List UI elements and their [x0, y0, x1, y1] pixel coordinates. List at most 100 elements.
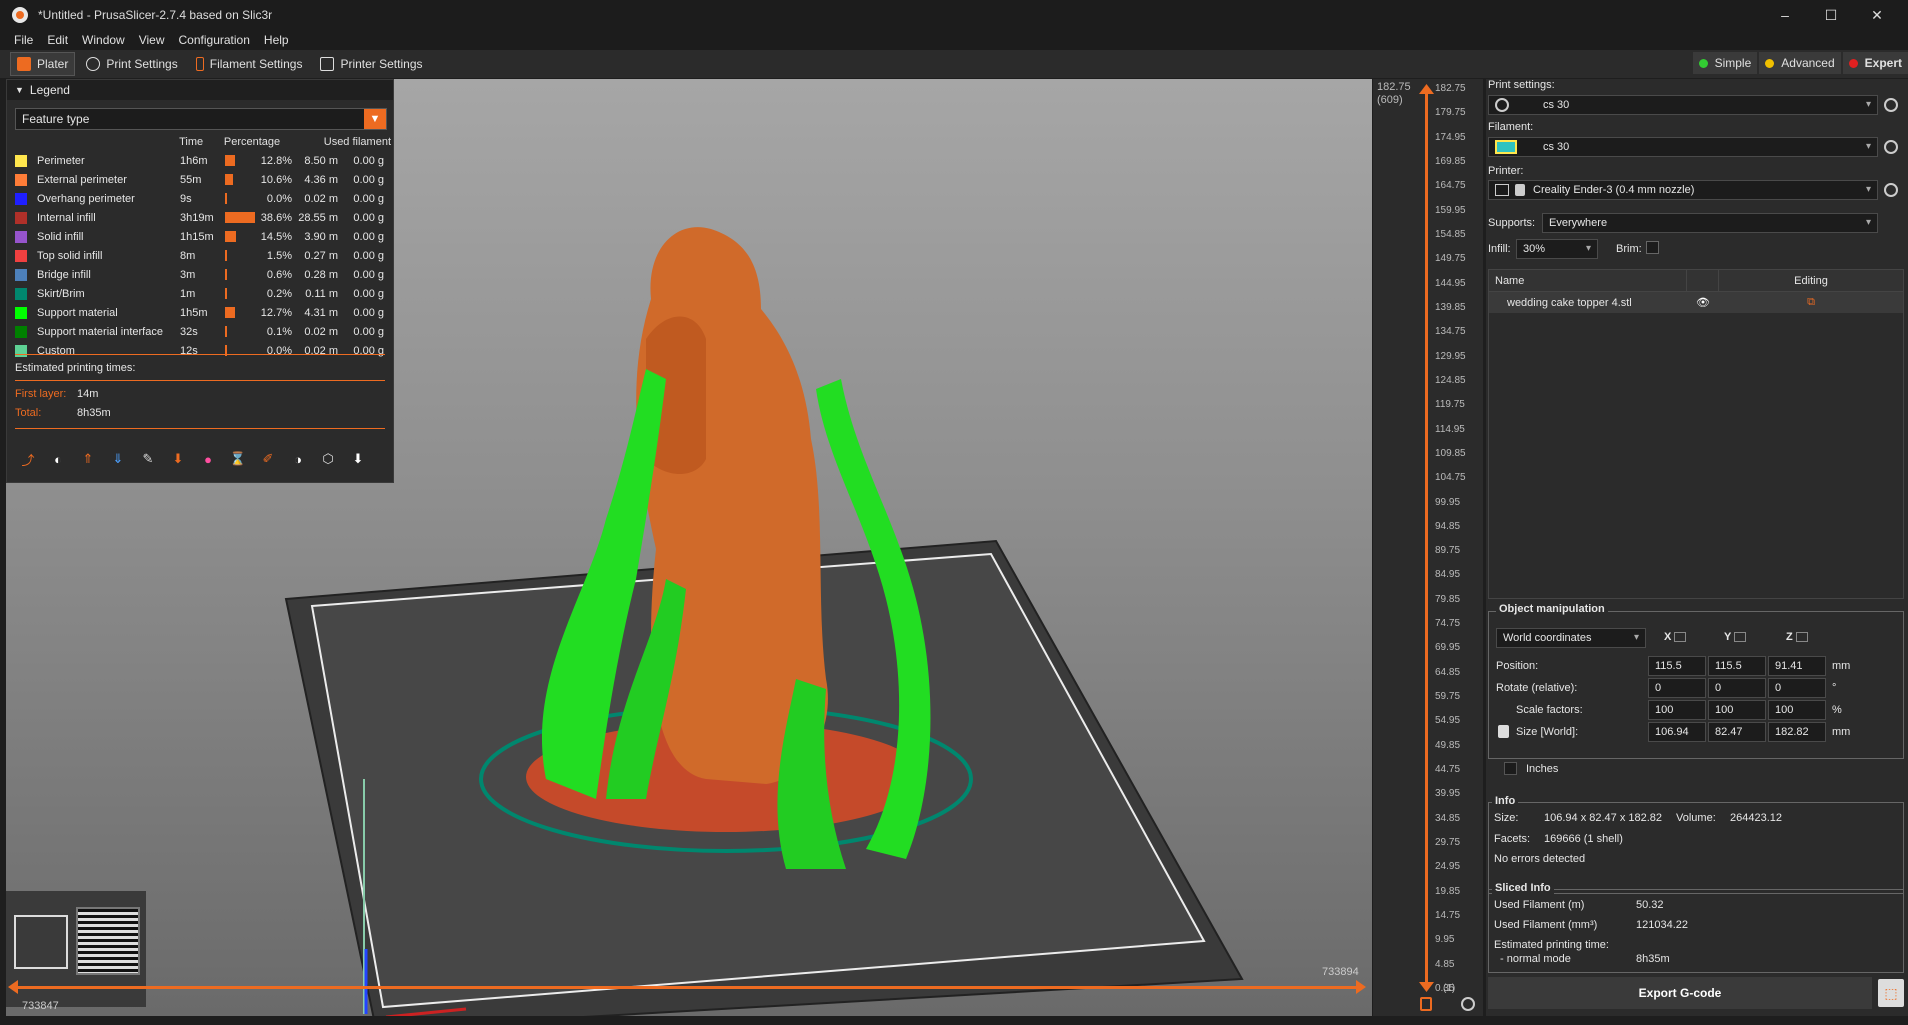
layers-view-icon[interactable]: [76, 907, 140, 975]
shells-icon[interactable]: ⬡: [317, 448, 339, 470]
legend-item-length: 4.31 m: [304, 306, 338, 319]
manipulation-field-x[interactable]: 100: [1648, 700, 1706, 720]
center-of-gravity-icon[interactable]: ◑: [287, 448, 309, 470]
deretractions-icon[interactable]: ⇓: [107, 448, 129, 470]
manipulation-field-y[interactable]: 82.47: [1708, 722, 1766, 742]
maximize-button[interactable]: ☐: [1808, 0, 1854, 30]
infill-combo[interactable]: 30% ▾: [1516, 239, 1598, 259]
ruler-tick: 74.75: [1435, 618, 1461, 630]
legend-row[interactable]: Support material 1h5m 12.7% 4.31 m 0.00 g: [15, 303, 391, 322]
info-errors: No errors detected: [1494, 853, 1586, 865]
object-row[interactable]: wedding cake topper 4.stl 👁 ⧉: [1489, 292, 1903, 313]
mode-expert[interactable]: Expert: [1842, 52, 1908, 74]
pause-prints-icon[interactable]: ⌛: [227, 448, 249, 470]
legend-view-type-select[interactable]: Feature type ▼: [15, 108, 387, 130]
printer-combo[interactable]: Creality Ender-3 (0.4 mm nozzle) ▾: [1488, 180, 1878, 200]
legend-item-length: 0.27 m: [304, 249, 338, 262]
ruler-tick: 119.75: [1435, 399, 1465, 411]
legend-row[interactable]: Top solid infill 8m 1.5% 0.27 m 0.00 g: [15, 246, 391, 265]
legend-item-length: 28.55 m: [298, 211, 338, 224]
slider-settings-gear-icon[interactable]: [1461, 997, 1475, 1011]
legend-table: Time Percentage Used filament Perimeter 1…: [15, 132, 391, 360]
manipulation-field-z[interactable]: 182.82: [1768, 722, 1826, 742]
brim-checkbox[interactable]: [1646, 241, 1659, 254]
coordinates-combo[interactable]: World coordinates ▾: [1496, 628, 1646, 648]
minimize-button[interactable]: –: [1762, 0, 1808, 30]
manipulation-field-z[interactable]: 0: [1768, 678, 1826, 698]
menu-help[interactable]: Help: [264, 33, 289, 47]
scale-lock-icon[interactable]: [1498, 725, 1509, 738]
menu-window[interactable]: Window: [82, 33, 125, 47]
close-button[interactable]: ✕: [1854, 0, 1900, 30]
manipulation-field-z[interactable]: 91.41: [1768, 656, 1826, 676]
legend-row[interactable]: Bridge infill 3m 0.6% 0.28 m 0.00 g: [15, 265, 391, 284]
tab-plater[interactable]: Plater: [10, 52, 76, 76]
cog-lock-icon[interactable]: [1420, 997, 1432, 1011]
mode-advanced[interactable]: Advanced: [1759, 52, 1841, 74]
print-settings-combo[interactable]: cs 30 ▾: [1488, 95, 1878, 115]
axis-z-icon[interactable]: [1795, 632, 1808, 643]
legend-row[interactable]: Overhang perimeter 9s 0.0% 0.02 m 0.00 g: [15, 189, 391, 208]
legend-row[interactable]: External perimeter 55m 10.6% 4.36 m 0.00 g: [15, 170, 391, 189]
legend-item-bar: [225, 250, 260, 261]
manipulation-field-y[interactable]: 0: [1708, 678, 1766, 698]
legend-row[interactable]: Perimeter 1h6m 12.8% 8.50 m 0.00 g: [15, 151, 391, 170]
printer-edit-gear-icon[interactable]: [1884, 183, 1898, 197]
manipulation-field-x[interactable]: 0: [1648, 678, 1706, 698]
retractions-icon[interactable]: ⇑: [77, 448, 99, 470]
drop-to-bed-icon[interactable]: [1674, 632, 1687, 643]
ruler-tick: 109.85: [1435, 447, 1466, 459]
legend-item-name: Skirt/Brim: [37, 287, 85, 300]
tab-printer-settings[interactable]: Printer Settings: [313, 52, 429, 76]
3d-cube-icon[interactable]: [14, 915, 68, 969]
export-gcode-button[interactable]: Export G-code: [1488, 977, 1872, 1009]
menu-edit[interactable]: Edit: [47, 33, 68, 47]
manipulation-field-x[interactable]: 115.5: [1648, 656, 1706, 676]
ruler-tick: 4.85: [1435, 958, 1455, 970]
legend-header[interactable]: ▼ Legend: [7, 80, 393, 100]
menu-file[interactable]: File: [14, 33, 33, 47]
menu-configuration[interactable]: Configuration: [179, 33, 250, 47]
filament-edit-gear-icon[interactable]: [1884, 140, 1898, 154]
menu-view[interactable]: View: [139, 33, 165, 47]
ruler-tick: 54.95: [1435, 715, 1461, 727]
filament-combo[interactable]: cs 30 ▾: [1488, 137, 1878, 157]
chevron-down-icon: ▾: [1633, 632, 1639, 643]
legend-item-name: Bridge infill: [37, 268, 91, 281]
eye-icon[interactable]: 👁: [1687, 296, 1719, 309]
edit-icon[interactable]: ⧉: [1719, 296, 1903, 309]
mode-simple[interactable]: Simple: [1692, 52, 1758, 74]
legend-row[interactable]: Solid infill 1h15m 14.5% 3.90 m 0.00 g: [15, 227, 391, 246]
manipulation-field-z[interactable]: 100: [1768, 700, 1826, 720]
axis-y-icon[interactable]: [1734, 632, 1747, 643]
window-title: *Untitled - PrusaSlicer-2.7.4 based on S…: [38, 8, 273, 22]
wipe-icon[interactable]: ◐: [47, 448, 69, 470]
vertical-slider-track[interactable]: [1425, 88, 1428, 988]
legend-item-name: Top solid infill: [37, 249, 103, 262]
tab-print-settings[interactable]: Print Settings: [79, 52, 184, 76]
inches-checkbox[interactable]: [1504, 762, 1517, 775]
travel-icon[interactable]: ⤴: [17, 448, 39, 470]
legend-row[interactable]: Custom 12s 0.0% 0.02 m 0.00 g: [15, 341, 391, 360]
seams-icon[interactable]: ✎: [137, 448, 159, 470]
legend-row[interactable]: Skirt/Brim 1m 0.2% 0.11 m 0.00 g: [15, 284, 391, 303]
send-to-printer-icon[interactable]: ⬚: [1878, 979, 1904, 1007]
legend-item-bar: [225, 269, 260, 280]
supports-label: Supports:: [1488, 217, 1536, 229]
tool-changes-icon[interactable]: ⬇: [167, 448, 189, 470]
legend-item-time: 9s: [180, 192, 192, 205]
legend-row[interactable]: Support material interface 32s 0.1% 0.02 m 0…: [15, 322, 391, 341]
horizontal-slider-track[interactable]: [12, 986, 1362, 989]
custom-gcode-icon[interactable]: ✐: [257, 448, 279, 470]
manipulation-field-y[interactable]: 115.5: [1708, 656, 1766, 676]
legend-row[interactable]: Internal infill 3h19m 38.6% 28.55 m 0.00 g: [15, 208, 391, 227]
color-changes-icon[interactable]: ●: [197, 448, 219, 470]
supports-combo[interactable]: Everywhere ▾: [1542, 213, 1878, 233]
mode-switcher: Simple Advanced Expert: [1691, 52, 1908, 74]
manipulation-field-x[interactable]: 106.94: [1648, 722, 1706, 742]
print-settings-edit-gear-icon[interactable]: [1884, 98, 1898, 112]
tool-marker-icon[interactable]: ⬇: [347, 448, 369, 470]
manipulation-field-y[interactable]: 100: [1708, 700, 1766, 720]
tab-filament-settings[interactable]: Filament Settings: [189, 52, 310, 76]
object-list-header: Name Editing: [1489, 270, 1903, 292]
